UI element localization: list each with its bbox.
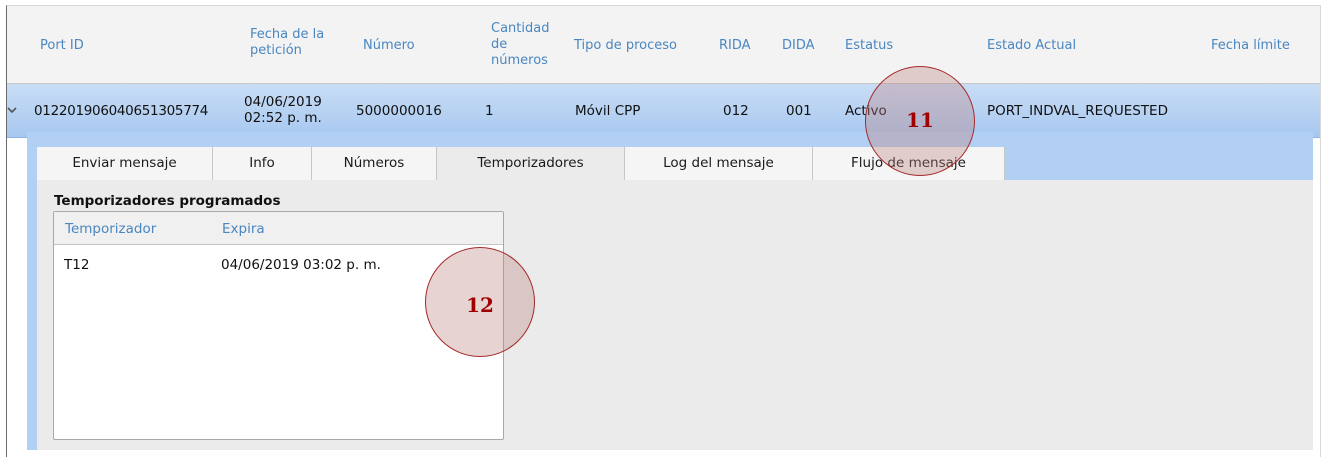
col-temporizador[interactable]: Temporizador bbox=[65, 221, 156, 237]
timers-title: Temporizadores programados bbox=[54, 193, 281, 209]
cell-numero: 5000000016 bbox=[356, 103, 442, 119]
tab-numeros[interactable]: Números bbox=[312, 147, 437, 180]
chevron-down-icon[interactable] bbox=[7, 105, 17, 115]
cell-cantidad: 1 bbox=[485, 103, 494, 119]
callout-12: 12 bbox=[425, 247, 535, 357]
tab-enviar-mensaje[interactable]: Enviar mensaje bbox=[37, 147, 213, 180]
col-cantidad-line1[interactable]: Cantidad bbox=[491, 21, 549, 36]
timers-table-header: Temporizador Expira bbox=[54, 212, 503, 245]
cell-timer: T12 bbox=[64, 257, 90, 273]
col-estatus[interactable]: Estatus bbox=[845, 38, 893, 53]
col-dida[interactable]: DIDA bbox=[782, 38, 815, 53]
col-cantidad-line3[interactable]: números bbox=[491, 53, 548, 68]
col-rida[interactable]: RIDA bbox=[719, 38, 751, 53]
cell-expires: 04/06/2019 03:02 p. m. bbox=[221, 257, 381, 273]
cell-estado-actual: PORT_INDVAL_REQUESTED bbox=[987, 103, 1168, 119]
cell-fecha-line1: 04/06/2019 bbox=[244, 94, 322, 110]
col-numero[interactable]: Número bbox=[363, 38, 415, 53]
callout-11-label: 11 bbox=[906, 108, 934, 132]
callout-12-label: 12 bbox=[466, 293, 494, 317]
col-port-id[interactable]: Port ID bbox=[40, 38, 84, 53]
callout-11: 11 bbox=[865, 66, 975, 176]
cell-port-id: 0122019060406513057​74 bbox=[34, 103, 209, 119]
tab-log-mensaje[interactable]: Log del mensaje bbox=[625, 147, 813, 180]
col-expira[interactable]: Expira bbox=[222, 221, 265, 237]
col-fecha-line1[interactable]: Fecha de la bbox=[250, 27, 324, 42]
col-fecha-line2[interactable]: petición bbox=[250, 43, 302, 58]
cell-tipo: Móvil CPP bbox=[575, 103, 641, 119]
col-tipo-proceso[interactable]: Tipo de proceso bbox=[574, 38, 677, 53]
cell-fecha-line2: 02:52 p. m. bbox=[244, 110, 322, 126]
col-fecha-limite[interactable]: Fecha límite bbox=[1211, 38, 1290, 53]
table-header: Port ID Fecha de la petición Número Cant… bbox=[7, 6, 1320, 84]
tab-info[interactable]: Info bbox=[213, 147, 312, 180]
cell-rida: 012 bbox=[723, 103, 749, 119]
col-estado-actual[interactable]: Estado Actual bbox=[987, 38, 1076, 53]
cell-dida: 001 bbox=[786, 103, 812, 119]
tab-temporizadores[interactable]: Temporizadores bbox=[437, 147, 625, 181]
col-cantidad-line2[interactable]: de bbox=[491, 37, 507, 52]
table-row[interactable]: 0122019060406513057​74 04/06/2019 02:52 … bbox=[7, 84, 1320, 138]
